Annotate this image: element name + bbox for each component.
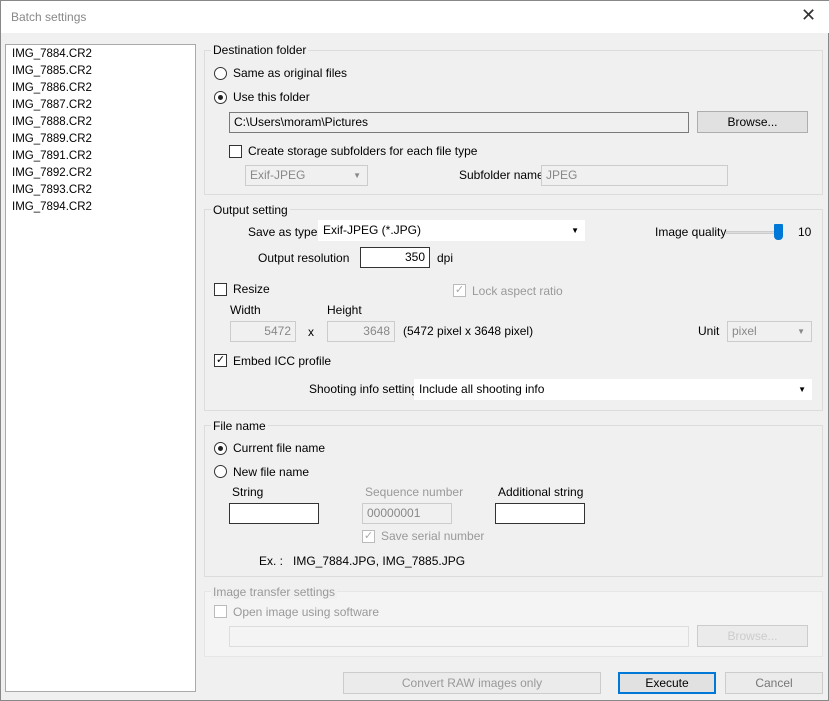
same-folder-label: Same as original files — [233, 66, 348, 80]
sequence-label: Sequence number — [365, 485, 464, 499]
file-list-item[interactable]: IMG_7888.CR2 — [12, 114, 189, 131]
use-folder-label: Use this folder — [233, 90, 310, 104]
lock-aspect-checkbox[interactable]: ✓ — [453, 284, 466, 297]
file-list[interactable]: IMG_7884.CR2 IMG_7885.CR2 IMG_7886.CR2 IMG_… — [5, 44, 196, 692]
shooting-label: Shooting info setting — [309, 382, 418, 396]
output-legend: Output setting — [211, 203, 290, 217]
serial-label: Save serial number — [381, 529, 485, 543]
resolution-label: Output resolution — [258, 251, 350, 265]
subfolder-type-value: Exif-JPEG — [250, 168, 306, 182]
chevron-down-icon: ▼ — [798, 385, 806, 394]
save-as-value: Exif-JPEG (*.JPG) — [323, 223, 422, 237]
subfolder-name-label: Subfolder name — [459, 168, 544, 182]
size-text: (5472 pixel x 3648 pixel) — [403, 324, 534, 338]
icc-label: Embed ICC profile — [233, 354, 332, 368]
width-label: Width — [230, 303, 261, 317]
height-label: Height — [327, 303, 362, 317]
unit-select[interactable]: pixel ▼ — [727, 321, 812, 342]
resolution-input[interactable]: 350 — [360, 247, 430, 268]
window-title: Batch settings — [11, 10, 87, 24]
same-folder-radio[interactable] — [214, 67, 227, 80]
software-path-input[interactable] — [229, 626, 689, 647]
example-text: IMG_7884.JPG, IMG_7885.JPG — [293, 554, 466, 568]
unit-label: Unit — [698, 324, 720, 338]
transfer-legend: Image transfer settings — [211, 585, 338, 599]
serial-checkbox[interactable]: ✓ — [362, 530, 375, 543]
quality-slider-thumb[interactable] — [774, 224, 783, 240]
file-list-item[interactable]: IMG_7887.CR2 — [12, 97, 189, 114]
open-software-label: Open image using software — [233, 605, 380, 619]
chevron-down-icon: ▼ — [353, 171, 361, 180]
file-list-item[interactable]: IMG_7886.CR2 — [12, 80, 189, 97]
convert-raw-button[interactable]: Convert RAW images only — [343, 672, 601, 694]
title-bar — [1, 1, 829, 33]
new-name-label: New file name — [233, 465, 310, 479]
file-list-item[interactable]: IMG_7891.CR2 — [12, 148, 189, 165]
string-label: String — [232, 485, 264, 499]
cancel-button[interactable]: Cancel — [725, 672, 823, 694]
folder-path-input[interactable]: C:\Users\moram\Pictures — [229, 112, 689, 133]
transfer-group — [204, 591, 823, 657]
file-list-item[interactable]: IMG_7892.CR2 — [12, 165, 189, 182]
icc-checkbox[interactable]: ✓ — [214, 354, 227, 367]
sequence-input[interactable]: 00000001 — [362, 503, 452, 524]
file-list-item[interactable]: IMG_7893.CR2 — [12, 182, 189, 199]
file-list-item[interactable]: IMG_7889.CR2 — [12, 131, 189, 148]
unit-value: pixel — [732, 324, 757, 338]
string-input[interactable] — [229, 503, 319, 524]
additional-label: Additional string — [498, 485, 584, 499]
resize-checkbox[interactable] — [214, 283, 227, 296]
save-as-label: Save as type — [248, 225, 318, 239]
subfolders-checkbox[interactable] — [229, 145, 242, 158]
transfer-browse-button[interactable]: Browse... — [697, 625, 808, 647]
times-label: x — [308, 325, 314, 339]
additional-input[interactable] — [495, 503, 585, 524]
file-list-item[interactable]: IMG_7894.CR2 — [12, 199, 189, 216]
lock-aspect-label: Lock aspect ratio — [472, 284, 563, 298]
chevron-down-icon: ▼ — [797, 327, 805, 336]
execute-button[interactable]: Execute — [618, 672, 716, 694]
file-list-item[interactable]: IMG_7885.CR2 — [12, 63, 189, 80]
height-input[interactable]: 3648 — [327, 321, 395, 342]
use-folder-radio[interactable] — [214, 91, 227, 104]
width-input[interactable]: 5472 — [230, 321, 296, 342]
current-name-radio[interactable] — [214, 442, 227, 455]
shooting-value: Include all shooting info — [419, 382, 545, 396]
shooting-select[interactable]: Include all shooting info ▼ — [414, 379, 812, 400]
quality-label: Image quality — [655, 225, 727, 239]
example-label: Ex. : — [259, 554, 284, 568]
dpi-label: dpi — [437, 251, 454, 265]
close-icon[interactable]: ✕ — [801, 5, 816, 26]
chevron-down-icon: ▼ — [571, 226, 579, 235]
new-name-radio[interactable] — [214, 465, 227, 478]
subfolder-name-input[interactable]: JPEG — [541, 165, 728, 186]
destination-legend: Destination folder — [211, 43, 309, 57]
file-list-item[interactable]: IMG_7884.CR2 — [12, 46, 189, 63]
quality-value: 10 — [798, 225, 812, 239]
open-software-checkbox[interactable] — [214, 605, 227, 618]
save-as-select[interactable]: Exif-JPEG (*.JPG) ▼ — [318, 220, 585, 241]
filename-legend: File name — [211, 419, 268, 433]
subfolder-type-select[interactable]: Exif-JPEG ▼ — [245, 165, 368, 186]
current-name-label: Current file name — [233, 441, 326, 455]
resize-label: Resize — [233, 282, 270, 296]
browse-button[interactable]: Browse... — [697, 111, 808, 133]
subfolders-label: Create storage subfolders for each file … — [248, 144, 478, 158]
